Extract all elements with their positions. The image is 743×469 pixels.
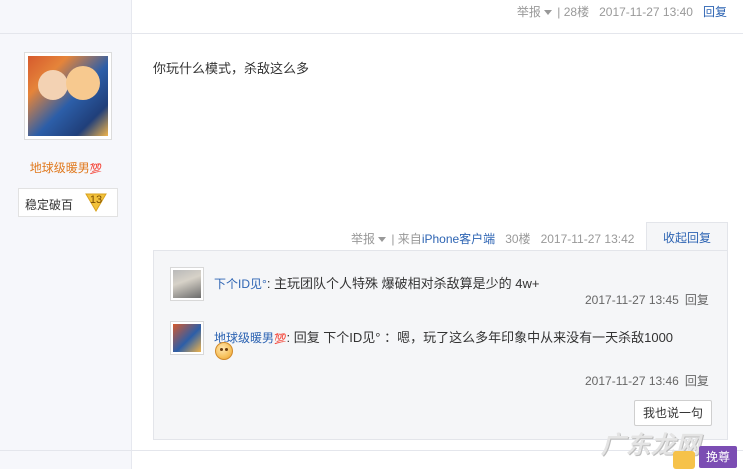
badge-100-icon: 💯 bbox=[89, 164, 103, 175]
report-link[interactable]: 举报 bbox=[351, 232, 375, 246]
post-meta: 举报 | 来自iPhone客户端 30楼 2017-11-27 13:42 bbox=[351, 230, 634, 247]
reply-link[interactable]: 回复 bbox=[685, 293, 709, 307]
gift-icon bbox=[673, 451, 695, 469]
reply-text-line: 地球级暖男💯: 回复 下个ID见° ：嗯，玩了这么多年印象中从来没有一天杀敌10… bbox=[214, 327, 673, 346]
reply-time: 2017-11-27 13:45 bbox=[585, 293, 679, 307]
from-prefix: | 来自 bbox=[391, 232, 422, 246]
avatar-image bbox=[173, 270, 201, 298]
chevron-down-icon[interactable] bbox=[543, 10, 552, 16]
reply-link[interactable]: 回复 bbox=[685, 374, 709, 388]
meta-separator: | bbox=[557, 5, 561, 19]
reply-text: : 回复 下个ID见° ：嗯，玩了这么多年印象中从来没有一天杀敌1000 bbox=[286, 330, 674, 345]
chevron-down-icon[interactable] bbox=[378, 237, 387, 243]
client-link[interactable]: iPhone客户端 bbox=[422, 232, 495, 246]
reply-link[interactable]: 回复 bbox=[703, 5, 727, 19]
collapse-replies-button[interactable]: 收起回复 bbox=[646, 222, 728, 251]
avatar[interactable] bbox=[170, 267, 204, 301]
username-link[interactable]: 地球级暖男 bbox=[30, 161, 90, 175]
avatar[interactable] bbox=[170, 321, 204, 355]
avatar[interactable] bbox=[24, 52, 112, 140]
post-content: 你玩什么模式，杀敌这么多 bbox=[153, 61, 310, 76]
add-comment-button[interactable]: 我也说一句 bbox=[634, 400, 712, 426]
rank-box[interactable]: 稳定破百 13 bbox=[18, 188, 118, 217]
watermark-badge[interactable]: 挽尊 bbox=[699, 446, 737, 468]
report-link[interactable]: 举报 bbox=[517, 5, 541, 19]
badge-100-icon: 💯 bbox=[274, 334, 287, 345]
reply-time: 2017-11-27 13:46 bbox=[585, 374, 679, 388]
post-divider bbox=[0, 33, 743, 34]
username-row: 地球级暖男💯 bbox=[0, 159, 132, 176]
avatar-image bbox=[173, 324, 201, 352]
level-number: 13 bbox=[90, 194, 102, 206]
reply-text: : 主玩团队个人特殊 爆破相对杀敌算是少的 4w+ bbox=[266, 276, 540, 291]
surprised-emoji-icon bbox=[215, 342, 233, 360]
reply-nickname[interactable]: 下个ID见° bbox=[214, 277, 267, 291]
reply-meta: 2017-11-27 13:46 回复 bbox=[585, 372, 709, 389]
previous-post-meta: 举报 | 28楼 2017-11-27 13:40 回复 bbox=[517, 3, 727, 20]
level-badge-icon: 13 bbox=[85, 193, 107, 212]
reply-meta: 2017-11-27 13:45 回复 bbox=[585, 291, 709, 308]
rank-label: 稳定破百 bbox=[25, 198, 74, 212]
post-time: 2017-11-27 13:42 bbox=[540, 232, 635, 246]
floor-number: 30楼 bbox=[505, 232, 531, 246]
floor-number: 28楼 bbox=[563, 5, 590, 19]
watermark: 广东龙网 挽尊 bbox=[601, 425, 737, 469]
post-time: 2017-11-27 13:40 bbox=[599, 5, 693, 19]
avatar-image bbox=[28, 56, 108, 136]
reply-text-line: 下个ID见°: 主玩团队个人特殊 爆破相对杀敌算是少的 4w+ bbox=[214, 273, 539, 292]
